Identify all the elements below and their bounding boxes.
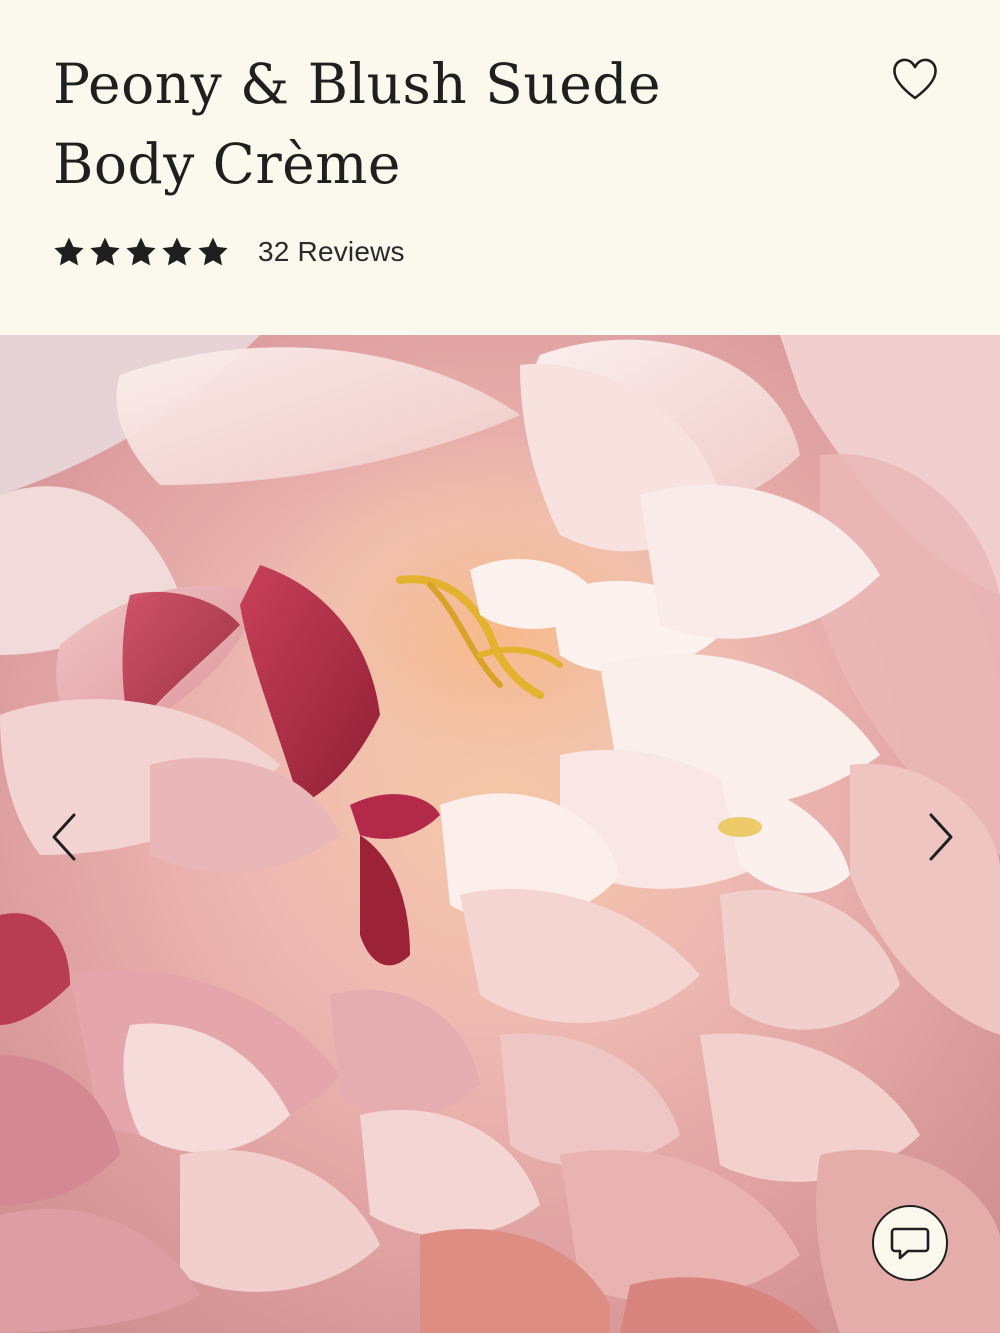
chevron-right-icon xyxy=(929,813,953,861)
star-filled-icon xyxy=(90,237,120,266)
next-image-button[interactable] xyxy=(915,807,965,867)
previous-image-button[interactable] xyxy=(40,807,90,867)
peony-flower-image xyxy=(0,335,1000,1333)
chat-button[interactable] xyxy=(872,1205,948,1281)
product-title: Peony & Blush Suede Body Crème xyxy=(53,44,753,204)
chevron-left-icon xyxy=(52,813,76,861)
product-image-gallery[interactable] xyxy=(0,335,1000,1333)
reviews-link[interactable]: 32 Reviews xyxy=(258,236,405,268)
rating-row: 32 Reviews xyxy=(52,232,405,272)
product-title-line-2: Body Crème xyxy=(53,132,401,196)
star-rating xyxy=(52,235,230,269)
product-page: Peony & Blush Suede Body Crème 32 Review… xyxy=(0,0,1000,1333)
star-filled-icon xyxy=(198,237,228,266)
star-filled-icon xyxy=(54,237,84,266)
chat-bubble-icon xyxy=(890,1227,930,1260)
product-title-line-1: Peony & Blush Suede xyxy=(53,52,662,116)
product-header: Peony & Blush Suede Body Crème 32 Review… xyxy=(0,0,1000,335)
star-filled-icon xyxy=(162,237,192,266)
heart-outline-icon xyxy=(893,58,937,100)
star-filled-icon xyxy=(126,237,156,266)
wishlist-button[interactable] xyxy=(890,54,940,102)
